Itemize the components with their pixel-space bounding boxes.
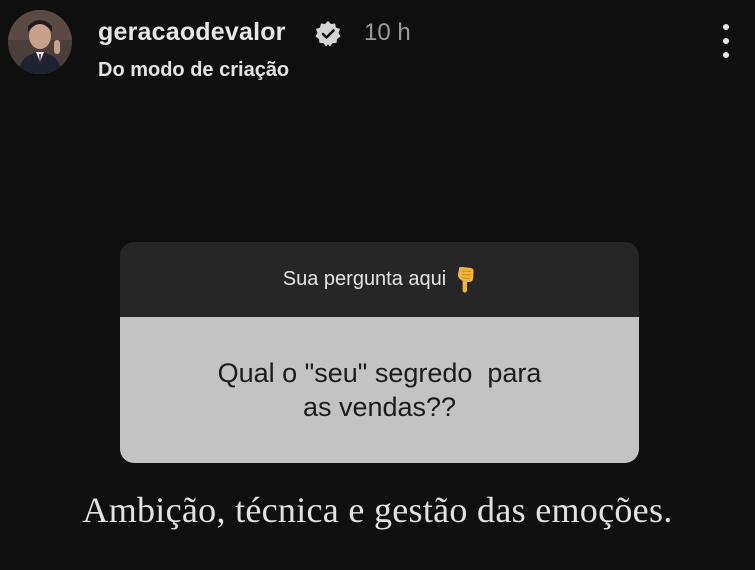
story-caption: Ambição, técnica e gestão das emoções. [82, 490, 673, 530]
question-text-line-1: Qual o "seu" segredo para [217, 358, 542, 388]
username[interactable]: geracaodevalor [98, 18, 286, 47]
question-sticker-header: Sua pergunta aqui [120, 242, 639, 317]
more-vertical-icon-dot [723, 38, 729, 44]
question-sticker[interactable]: Sua pergunta aqui Qual o "seu" segredo p… [120, 242, 639, 463]
more-vertical-icon-dot [723, 52, 729, 58]
question-text-line-2: as vendas?? [302, 392, 457, 422]
more-options-button[interactable] [713, 22, 739, 60]
question-prompt: Sua pergunta aqui [282, 268, 447, 290]
pointing-down-hand-icon [458, 266, 474, 292]
story-viewer: geracaodevalor 10 h Do modo de criação S… [0, 0, 755, 570]
post-timestamp: 10 h [364, 19, 411, 46]
profile-photo [8, 10, 72, 74]
story-subtitle: Do modo de criação [98, 59, 290, 81]
question-answer-area: Qual o "seu" segredo para as vendas?? [120, 317, 639, 463]
more-vertical-icon [723, 24, 729, 30]
verified-badge-icon [315, 21, 341, 47]
avatar[interactable] [8, 10, 72, 74]
